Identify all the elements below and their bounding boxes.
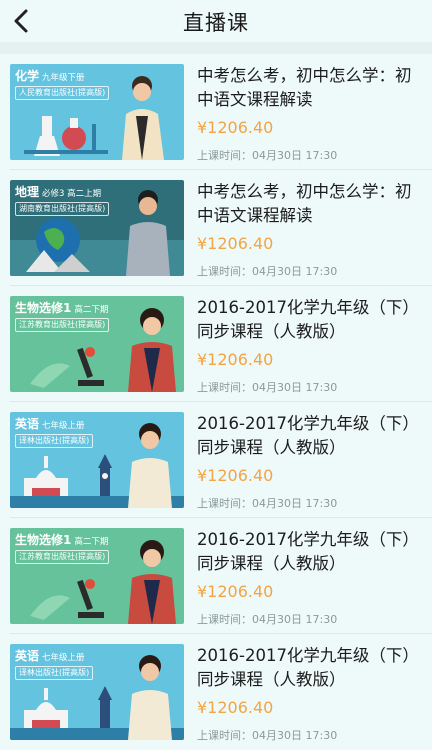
thumbnail-publisher: 江苏教育出版社(提高版) [15, 318, 110, 332]
thumbnail-subject: 化学 九年级下册 [15, 69, 85, 83]
course-price: ¥1206.40 [197, 698, 274, 717]
course-title: 2016-2017化学九年级（下）同步课程（人教版） [197, 646, 419, 689]
thumbnail-subject: 英语 七年级上册 [15, 649, 85, 663]
course-price: ¥1206.40 [197, 118, 274, 137]
course-title: 中考怎么考，初中怎么学：初中语文课程解读 [197, 182, 412, 225]
app-header: 直播课 [0, 0, 432, 42]
course-thumbnail: 生物选修1 高二下期 江苏教育出版社(提高版) [10, 528, 184, 624]
course-title: 2016-2017化学九年级（下）同步课程（人教版） [197, 530, 419, 573]
page-title: 直播课 [183, 11, 249, 35]
thumbnail-publisher: 人民教育出版社(提高版) [15, 86, 110, 100]
course-time: 上课时间：04月30日 17:30 [197, 265, 338, 278]
thumbnail-subject: 英语 七年级上册 [15, 417, 85, 431]
course-title: 中考怎么考，初中怎么学：初中语文课程解读 [197, 66, 412, 109]
course-time: 上课时间：04月30日 17:30 [197, 381, 338, 394]
thumbnail-publisher: 湖南教育出版社(提高版) [15, 202, 110, 216]
thumbnail-publisher: 译林出版社(提高版) [15, 666, 94, 680]
thumbnail-publisher: 译林出版社(提高版) [15, 434, 94, 448]
course-title: 2016-2017化学九年级（下）同步课程（人教版） [197, 298, 419, 341]
course-time: 上课时间：04月30日 17:30 [197, 149, 338, 162]
course-card[interactable]: 生物选修1 高二下期 江苏教育出版社(提高版) 2016-2017化学九年级（下）… [0, 518, 432, 634]
header-divider [0, 42, 432, 54]
thumbnail-publisher: 江苏教育出版社(提高版) [15, 550, 110, 564]
course-price: ¥1206.40 [197, 350, 274, 369]
course-card[interactable]: 化学 九年级下册 人民教育出版社(提高版) 中考怎么考，初中怎么学：初中语文课程解… [0, 54, 432, 170]
course-thumbnail: 英语 七年级上册 译林出版社(提高版) [10, 412, 184, 508]
course-card[interactable]: 生物选修1 高二下期 江苏教育出版社(提高版) 2016-2017化学九年级（下）… [0, 286, 432, 402]
course-time: 上课时间：04月30日 17:30 [197, 729, 338, 742]
course-price: ¥1206.40 [197, 466, 274, 485]
course-price: ¥1206.40 [197, 582, 274, 601]
course-thumbnail: 化学 九年级下册 人民教育出版社(提高版) [10, 64, 184, 160]
course-time: 上课时间：04月30日 17:30 [197, 613, 338, 626]
course-card[interactable]: 英语 七年级上册 译林出版社(提高版) 2016-2017化学九年级（下）同步课程… [0, 634, 432, 750]
course-card[interactable]: 英语 七年级上册 译林出版社(提高版) 2016-2017化学九年级（下）同步课程… [0, 402, 432, 518]
course-card[interactable]: 地理 必修3 高二上期 湖南教育出版社(提高版) 中考怎么考，初中怎么学：初中语文… [0, 170, 432, 286]
course-thumbnail: 英语 七年级上册 译林出版社(提高版) [10, 644, 184, 740]
thumbnail-subject: 地理 必修3 高二上期 [15, 185, 102, 199]
thumbnail-subject: 生物选修1 高二下期 [15, 301, 109, 315]
course-thumbnail: 地理 必修3 高二上期 湖南教育出版社(提高版) [10, 180, 184, 276]
course-title: 2016-2017化学九年级（下）同步课程（人教版） [197, 414, 419, 457]
course-thumbnail: 生物选修1 高二下期 江苏教育出版社(提高版) [10, 296, 184, 392]
course-price: ¥1206.40 [197, 234, 274, 253]
course-time: 上课时间：04月30日 17:30 [197, 497, 338, 510]
thumbnail-subject: 生物选修1 高二下期 [15, 533, 109, 547]
